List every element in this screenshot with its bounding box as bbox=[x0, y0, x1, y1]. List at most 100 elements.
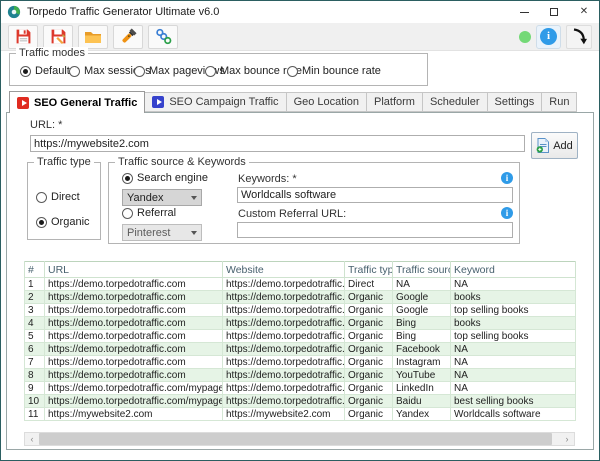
table-cell: https://demo.torpedotraffic.com bbox=[222, 381, 345, 395]
table-cell: 9 bbox=[24, 381, 45, 395]
referral-radio-label: Referral bbox=[137, 207, 177, 219]
column-header-website[interactable]: Website bbox=[222, 261, 345, 278]
scroll-left-icon[interactable] bbox=[25, 433, 39, 445]
table-cell: 11 bbox=[24, 407, 45, 421]
table-cell: NA bbox=[450, 342, 576, 356]
radio-icon bbox=[122, 172, 133, 184]
traffic-mode-default[interactable]: Default bbox=[20, 65, 70, 77]
column-header-[interactable]: # bbox=[24, 261, 45, 278]
table-row[interactable]: 11 https://mywebsite2.com https://mywebsit… bbox=[24, 407, 576, 421]
traffic-type-direct-radio[interactable]: Direct bbox=[36, 191, 80, 203]
table-row[interactable]: 1 https://demo.torpedotraffic.com https://… bbox=[24, 277, 576, 291]
table-row[interactable]: 7 https://demo.torpedotraffic.com https://… bbox=[24, 355, 576, 369]
radio-icon bbox=[122, 207, 133, 219]
table-row[interactable]: 9https://demo.torpedotraffic.com/mypage.… bbox=[24, 381, 576, 395]
traffic-type-group: Traffic type Direct Organic bbox=[27, 156, 101, 240]
search-engine-radio[interactable]: Search engine bbox=[122, 172, 208, 184]
table-cell: https://mywebsite2.com bbox=[222, 407, 345, 421]
share-button[interactable] bbox=[148, 24, 178, 49]
save-as-icon bbox=[51, 29, 65, 44]
search-engine-selected-value: Yandex bbox=[127, 191, 164, 204]
radio-icon bbox=[287, 65, 298, 77]
custom-referral-label: Custom Referral URL: bbox=[238, 208, 347, 220]
app-window: Torpedo Traffic Generator Ultimate v6.0 … bbox=[0, 0, 600, 461]
table-cell: https://demo.torpedotraffic.com/mypage.h… bbox=[44, 381, 223, 395]
status-indicator bbox=[519, 30, 531, 43]
table-cell: https://demo.torpedotraffic.com bbox=[44, 290, 223, 304]
info-button[interactable] bbox=[536, 24, 561, 49]
horizontal-scrollbar[interactable] bbox=[24, 432, 575, 446]
table-cell: https://demo.torpedotraffic.com bbox=[44, 303, 223, 317]
tab-label: Geo Location bbox=[293, 96, 359, 108]
url-table: #URLWebsiteTraffic typeTraffic sourceKey… bbox=[24, 261, 576, 421]
search-engine-radio-label: Search engine bbox=[137, 172, 208, 184]
table-cell: https://mywebsite2.com bbox=[44, 407, 223, 421]
column-header-keyword[interactable]: Keyword bbox=[450, 261, 576, 278]
window-title: Torpedo Traffic Generator Ultimate v6.0 bbox=[27, 6, 220, 18]
add-button[interactable]: Add bbox=[531, 132, 578, 159]
info-icon bbox=[540, 28, 557, 45]
custom-referral-info-icon[interactable] bbox=[501, 207, 513, 219]
table-cell: books bbox=[450, 316, 576, 330]
column-header-traffic-source[interactable]: Traffic source bbox=[392, 261, 451, 278]
traffic-type-organic-radio[interactable]: Organic bbox=[36, 216, 90, 228]
table-cell: NA bbox=[450, 381, 576, 395]
tab-seo-campaign-traffic[interactable]: SEO Campaign Traffic bbox=[145, 92, 287, 112]
referral-radio[interactable]: Referral bbox=[122, 207, 176, 219]
table-cell: Organic bbox=[344, 290, 393, 304]
table-row[interactable]: 6 https://demo.torpedotraffic.com https://… bbox=[24, 342, 576, 356]
table-cell: 6 bbox=[24, 342, 45, 356]
table-cell: YouTube bbox=[392, 368, 451, 382]
tab-scheduler[interactable]: Scheduler bbox=[422, 92, 488, 112]
table-header-row: #URLWebsiteTraffic typeTraffic sourceKey… bbox=[24, 261, 576, 278]
tab-seo-general-traffic[interactable]: SEO General Traffic bbox=[9, 91, 146, 113]
table-row[interactable]: 4 https://demo.torpedotraffic.com https://… bbox=[24, 316, 576, 330]
keywords-input[interactable] bbox=[237, 187, 513, 203]
radio-icon bbox=[205, 65, 216, 77]
minimize-button[interactable] bbox=[509, 1, 539, 23]
open-button[interactable] bbox=[78, 24, 108, 49]
save-button[interactable] bbox=[8, 24, 38, 49]
scrollbar-thumb[interactable] bbox=[39, 433, 552, 445]
url-input[interactable] bbox=[30, 135, 525, 152]
tab-content-panel: URL: * Add Traffic type Direct bbox=[6, 112, 594, 450]
table-cell: https://demo.torpedotraffic.com bbox=[44, 368, 223, 382]
table-cell: Organic bbox=[344, 342, 393, 356]
traffic-mode-min-bounce-rate[interactable]: Min bounce rate bbox=[287, 65, 381, 77]
tab-geo-location[interactable]: Geo Location bbox=[286, 92, 367, 112]
table-row[interactable]: 10https://demo.torpedotraffic.com/mypage… bbox=[24, 394, 576, 408]
scroll-right-icon[interactable] bbox=[560, 433, 574, 445]
exit-arrow-button[interactable] bbox=[566, 24, 592, 49]
flashlight-button[interactable] bbox=[113, 24, 143, 49]
custom-referral-input[interactable] bbox=[237, 222, 513, 238]
table-cell: Baidu bbox=[392, 394, 451, 408]
tab-label: Scheduler bbox=[429, 96, 480, 108]
organic-radio-label: Organic bbox=[51, 216, 90, 228]
table-cell: https://demo.torpedotraffic.com/mypage.h… bbox=[44, 394, 223, 408]
tab-settings[interactable]: Settings bbox=[487, 92, 543, 112]
table-cell: Organic bbox=[344, 329, 393, 343]
open-folder-icon bbox=[85, 31, 101, 43]
referral-select[interactable]: Pinterest bbox=[122, 224, 202, 241]
table-row[interactable]: 5 https://demo.torpedotraffic.com https://… bbox=[24, 329, 576, 343]
table-row[interactable]: 8 https://demo.torpedotraffic.com https://… bbox=[24, 368, 576, 382]
table-cell: Bing bbox=[392, 329, 451, 343]
column-header-traffic-type[interactable]: Traffic type bbox=[344, 261, 393, 278]
table-cell: NA bbox=[450, 277, 576, 291]
table-cell: best selling books bbox=[450, 394, 576, 408]
app-logo-icon bbox=[7, 5, 21, 19]
table-cell: https://demo.torpedotraffic.com bbox=[222, 290, 345, 304]
table-row[interactable]: 3 https://demo.torpedotraffic.com https://… bbox=[24, 303, 576, 317]
play-icon bbox=[17, 96, 29, 109]
column-header-url[interactable]: URL bbox=[44, 261, 223, 278]
search-engine-select[interactable]: Yandex bbox=[122, 189, 202, 206]
close-button[interactable]: ✕ bbox=[569, 1, 599, 23]
tab-run[interactable]: Run bbox=[542, 92, 578, 112]
maximize-button[interactable] bbox=[539, 1, 569, 23]
tab-platform[interactable]: Platform bbox=[367, 92, 423, 112]
save-as-button[interactable] bbox=[43, 24, 73, 49]
table-cell: https://demo.torpedotraffic.com bbox=[44, 329, 223, 343]
table-cell: 4 bbox=[24, 316, 45, 330]
keywords-info-icon[interactable] bbox=[501, 172, 513, 184]
table-row[interactable]: 2 https://demo.torpedotraffic.com https://… bbox=[24, 290, 576, 304]
